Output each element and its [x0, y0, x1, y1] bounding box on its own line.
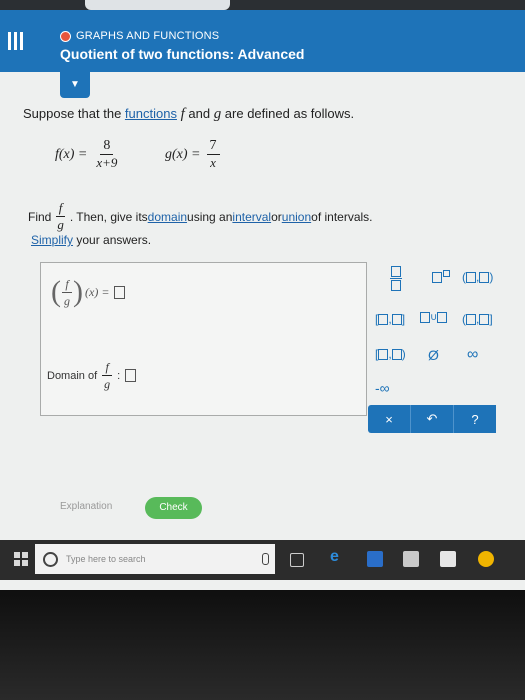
- chrome-icon[interactable]: [478, 551, 494, 567]
- infinity-button[interactable]: ∞: [467, 346, 478, 364]
- empty-set-button[interactable]: Ø: [428, 347, 439, 363]
- edit-button-bar: × ↶ ?: [368, 405, 496, 433]
- quotient-answer-input[interactable]: [114, 285, 126, 299]
- fraction-button[interactable]: [390, 266, 402, 291]
- microphone-icon[interactable]: [262, 553, 269, 565]
- progress-dot-icon: [60, 30, 71, 42]
- problem-intro: Suppose that the functions f and g are d…: [23, 106, 355, 122]
- clear-button[interactable]: ×: [368, 405, 411, 433]
- help-button[interactable]: ?: [454, 405, 496, 433]
- quotient-expression: ( f g ) (x) =: [51, 275, 126, 309]
- header-bar: GRAPHS AND FUNCTIONS Quotient of two fun…: [0, 10, 525, 72]
- windows-start-icon[interactable]: [14, 552, 28, 566]
- menu-icon[interactable]: [8, 32, 24, 50]
- domain-expression: Domain of f g :: [47, 359, 137, 392]
- windows-taskbar: Type here to search e: [0, 540, 525, 580]
- check-button[interactable]: Check: [145, 497, 202, 519]
- simplify-link[interactable]: Simplify: [31, 233, 73, 247]
- category-label: GRAPHS AND FUNCTIONS: [76, 30, 220, 42]
- answer-box: ( f g ) (x) = Domain of f g :: [40, 262, 367, 416]
- math-palette: (,) [,] ∪ (,] [,) Ø ∞ -∞: [370, 262, 515, 412]
- half-open-interval-button[interactable]: (,]: [462, 312, 493, 326]
- simplify-instruction: Simplify your answers.: [31, 233, 152, 247]
- task-view-icon[interactable]: [290, 553, 304, 567]
- find-instruction: Find f g . Then, give its domain using a…: [28, 200, 373, 232]
- mail-icon[interactable]: [440, 551, 456, 567]
- topic-category: GRAPHS AND FUNCTIONS: [60, 30, 219, 42]
- f-definition: f(x) = 8 x+9: [55, 138, 118, 170]
- cortana-icon: [43, 551, 58, 567]
- edge-browser-icon[interactable]: e: [330, 548, 346, 565]
- domain-link[interactable]: domain: [148, 210, 187, 224]
- interval-link[interactable]: interval: [232, 210, 271, 224]
- screen: GRAPHS AND FUNCTIONS Quotient of two fun…: [0, 0, 525, 590]
- open-interval-button[interactable]: (,): [462, 270, 493, 284]
- union-link[interactable]: union: [282, 210, 311, 224]
- union-button[interactable]: ∪: [420, 312, 448, 323]
- chevron-down-icon[interactable]: ▼: [60, 72, 90, 98]
- exponent-button[interactable]: [432, 270, 450, 283]
- f-over-g: f g: [55, 200, 66, 232]
- functions-link[interactable]: functions: [125, 106, 177, 121]
- taskbar-search[interactable]: Type here to search: [35, 544, 275, 574]
- monitor-bezel: [0, 590, 525, 700]
- browser-tab[interactable]: [85, 0, 230, 10]
- file-explorer-icon[interactable]: [367, 551, 383, 567]
- page-title: Quotient of two functions: Advanced: [60, 46, 305, 62]
- store-icon[interactable]: [403, 551, 419, 567]
- negative-infinity-button[interactable]: -∞: [375, 380, 390, 396]
- domain-answer-input[interactable]: [125, 369, 137, 382]
- closed-interval-button[interactable]: [,]: [375, 312, 405, 326]
- explanation-button[interactable]: Explanation: [60, 501, 112, 512]
- undo-button[interactable]: ↶: [411, 405, 454, 433]
- browser-top-strip: [0, 0, 525, 10]
- half-closed-interval-button[interactable]: [,): [375, 347, 406, 361]
- g-definition: g(x) = 7 x: [165, 138, 220, 171]
